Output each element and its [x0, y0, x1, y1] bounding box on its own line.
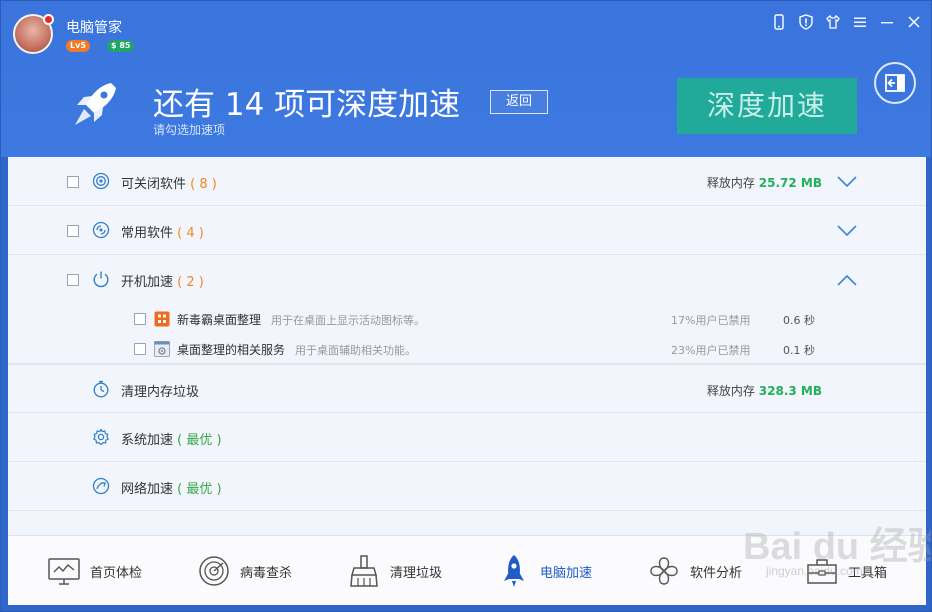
- nav-software-label: 软件分析: [690, 565, 743, 581]
- page-title: 还有 14 项可深度加速: [153, 87, 461, 123]
- memory-release: 释放内存 328.3 MB: [707, 382, 822, 399]
- power-icon: [93, 271, 109, 288]
- level-badge[interactable]: Lv5: [66, 40, 90, 52]
- baidu-watermark: Bai du 经验: [743, 526, 932, 568]
- list-row-network[interactable]: 网络加速 ( 最优 ): [8, 462, 926, 511]
- chevron-down-icon[interactable]: [836, 224, 858, 238]
- exit-panel-icon: [885, 74, 905, 92]
- stopwatch-icon: [93, 380, 109, 398]
- common-title: 常用软件: [121, 226, 174, 241]
- list-row-common[interactable]: 常用软件 ( 4 ): [8, 206, 926, 255]
- common-label: 常用软件 ( 4 ): [121, 222, 204, 241]
- network-status: ( 最优 ): [177, 482, 222, 497]
- target-icon: [92, 172, 110, 190]
- list-row-system[interactable]: 系统加速 ( 最优 ): [8, 413, 926, 462]
- shirt-icon[interactable]: [826, 14, 840, 30]
- nav-home-check[interactable]: 首页体检: [46, 536, 142, 606]
- startup-count: ( 2 ): [177, 275, 204, 290]
- chevron-up-icon[interactable]: [836, 273, 858, 287]
- startup-item-time: 0.6 秒: [783, 314, 815, 327]
- list-row-memory[interactable]: 清理内存垃圾 释放内存 328.3 MB: [8, 364, 926, 413]
- startup-item-checkbox[interactable]: [134, 343, 146, 355]
- startup-label: 开机加速 ( 2 ): [121, 271, 204, 290]
- nav-home-label: 首页体检: [90, 565, 143, 581]
- closable-label: 可关闭软件 ( 8 ): [121, 173, 217, 192]
- startup-title: 开机加速: [121, 275, 174, 290]
- rocket-icon: [504, 555, 524, 587]
- network-title: 网络加速: [121, 482, 174, 497]
- closable-title: 可关闭软件: [121, 177, 187, 192]
- system-label: 系统加速 ( 最优 ): [121, 429, 222, 448]
- disc-icon: [92, 221, 110, 239]
- closable-mem-value: 25.72 MB: [758, 176, 822, 190]
- startup-item[interactable]: 桌面整理的相关服务 用于桌面辅助相关功能。 23%用户已禁用 0.1 秒: [8, 334, 926, 364]
- phone-icon[interactable]: [772, 14, 786, 30]
- startup-item-desc: 用于在桌面上显示活动图标等。: [271, 314, 425, 327]
- minimize-icon[interactable]: [880, 14, 894, 30]
- app-title: 电脑管家: [66, 20, 122, 36]
- startup-checkbox[interactable]: [67, 274, 79, 286]
- notification-dot: [43, 14, 54, 25]
- nav-clean-junk[interactable]: 清理垃圾: [346, 536, 442, 606]
- common-checkbox[interactable]: [67, 225, 79, 237]
- closable-count: ( 8 ): [190, 177, 217, 192]
- startup-item-name: 桌面整理的相关服务: [177, 343, 286, 357]
- nav-software-analysis[interactable]: 软件分析: [646, 536, 742, 606]
- list-row-closable[interactable]: 可关闭软件 ( 8 ) 释放内存 25.72 MB: [8, 157, 926, 206]
- nav-clean-label: 清理垃圾: [390, 565, 443, 581]
- deep-accelerate-button[interactable]: 深度加速: [677, 78, 857, 134]
- clover-icon: [650, 557, 678, 585]
- radar-icon: [199, 556, 229, 586]
- closable-memory: 释放内存 25.72 MB: [707, 174, 822, 191]
- page-subtitle: 请勾选加速项: [153, 123, 226, 137]
- startup-item-checkbox[interactable]: [134, 313, 146, 325]
- broom-icon: [350, 555, 378, 587]
- network-icon: [92, 477, 110, 495]
- accelerate-list: 可关闭软件 ( 8 ) 释放内存 25.72 MB 常用软件 ( 4 ) 开机加…: [8, 157, 926, 535]
- chevron-down-icon[interactable]: [836, 175, 858, 189]
- rocket-icon: [75, 83, 116, 125]
- memory-mem-value: 328.3 MB: [758, 384, 822, 398]
- nav-accelerate[interactable]: 电脑加速: [496, 536, 592, 606]
- window-controls: [772, 14, 921, 30]
- nav-accelerate-label: 电脑加速: [540, 565, 593, 581]
- memory-label: 清理内存垃圾: [121, 385, 200, 400]
- shield-icon[interactable]: [799, 14, 813, 30]
- memory-mem-label: 释放内存: [706, 384, 755, 398]
- startup-item-desc: 用于桌面辅助相关功能。: [295, 344, 416, 357]
- closable-checkbox[interactable]: [67, 176, 79, 188]
- menu-icon[interactable]: [853, 14, 867, 30]
- header: 电脑管家 Lv5 $ 85 还有 14 项可深度加速 请勾选加速项 返回 深度加…: [1, 1, 931, 157]
- duba-app-icon: [154, 311, 170, 327]
- startup-item-pct: 23%用户已禁用: [671, 344, 751, 357]
- nav-virus-scan[interactable]: 病毒查杀: [196, 536, 292, 606]
- common-count: ( 4 ): [177, 226, 204, 241]
- system-title: 系统加速: [121, 433, 174, 448]
- service-gear-icon: [154, 341, 170, 357]
- startup-item-time: 0.1 秒: [783, 344, 815, 357]
- baidu-watermark-url: jingyan.baidu.com: [766, 564, 863, 578]
- monitor-icon: [48, 558, 80, 585]
- coin-badge[interactable]: $ 85: [107, 40, 135, 52]
- system-status: ( 最优 ): [177, 433, 222, 448]
- collapse-panel-button[interactable]: [874, 62, 916, 104]
- network-label: 网络加速 ( 最优 ): [121, 478, 222, 497]
- startup-item-name: 新毒霸桌面整理: [177, 313, 262, 327]
- startup-item-pct: 17%用户已禁用: [671, 314, 751, 327]
- nav-virus-label: 病毒查杀: [240, 565, 293, 581]
- closable-mem-label: 释放内存: [706, 176, 755, 190]
- gear-icon: [92, 428, 110, 446]
- app-window: 电脑管家 Lv5 $ 85 还有 14 项可深度加速 请勾选加速项 返回 深度加…: [0, 0, 932, 612]
- close-icon[interactable]: [907, 14, 921, 30]
- startup-item[interactable]: 新毒霸桌面整理 用于在桌面上显示活动图标等。 17%用户已禁用 0.6 秒: [8, 304, 926, 334]
- back-button[interactable]: 返回: [490, 90, 548, 114]
